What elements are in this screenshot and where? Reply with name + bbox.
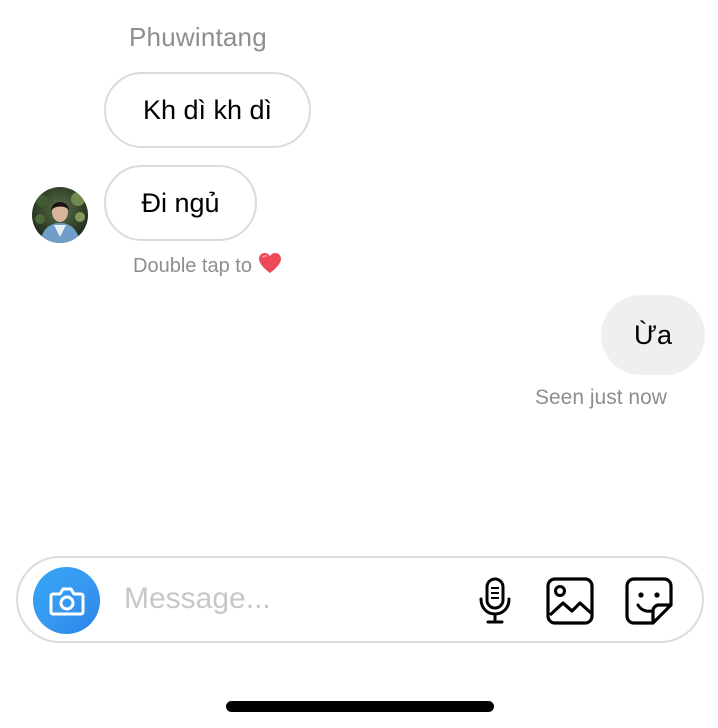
incoming-message-bubble[interactable]: Kh dì kh dì bbox=[104, 72, 311, 148]
sender-name: Phuwintang bbox=[129, 22, 267, 52]
message-input[interactable] bbox=[124, 576, 454, 622]
camera-button[interactable] bbox=[33, 567, 100, 634]
seen-status: Seen just now bbox=[535, 386, 667, 409]
gallery-button[interactable] bbox=[545, 576, 595, 626]
camera-icon bbox=[49, 587, 84, 615]
sticker-button[interactable] bbox=[624, 576, 674, 626]
message-text: Đi ngủ bbox=[141, 187, 220, 218]
message-text: Ừa bbox=[633, 319, 673, 350]
heart-icon bbox=[258, 252, 282, 280]
message-composer bbox=[16, 556, 704, 643]
voice-message-button[interactable] bbox=[470, 576, 520, 626]
incoming-message-bubble[interactable]: Đi ngủ bbox=[104, 165, 257, 241]
outgoing-message-bubble[interactable]: Ừa bbox=[601, 295, 705, 375]
home-indicator[interactable] bbox=[226, 701, 494, 712]
double-tap-hint: Double tap to bbox=[133, 252, 282, 280]
avatar[interactable] bbox=[32, 187, 88, 243]
avatar-image bbox=[32, 187, 88, 243]
gallery-icon bbox=[546, 577, 594, 625]
sticker-icon bbox=[625, 577, 673, 625]
hint-text: Double tap to bbox=[133, 254, 252, 277]
microphone-icon bbox=[479, 577, 511, 624]
message-text: Kh dì kh dì bbox=[142, 94, 273, 125]
